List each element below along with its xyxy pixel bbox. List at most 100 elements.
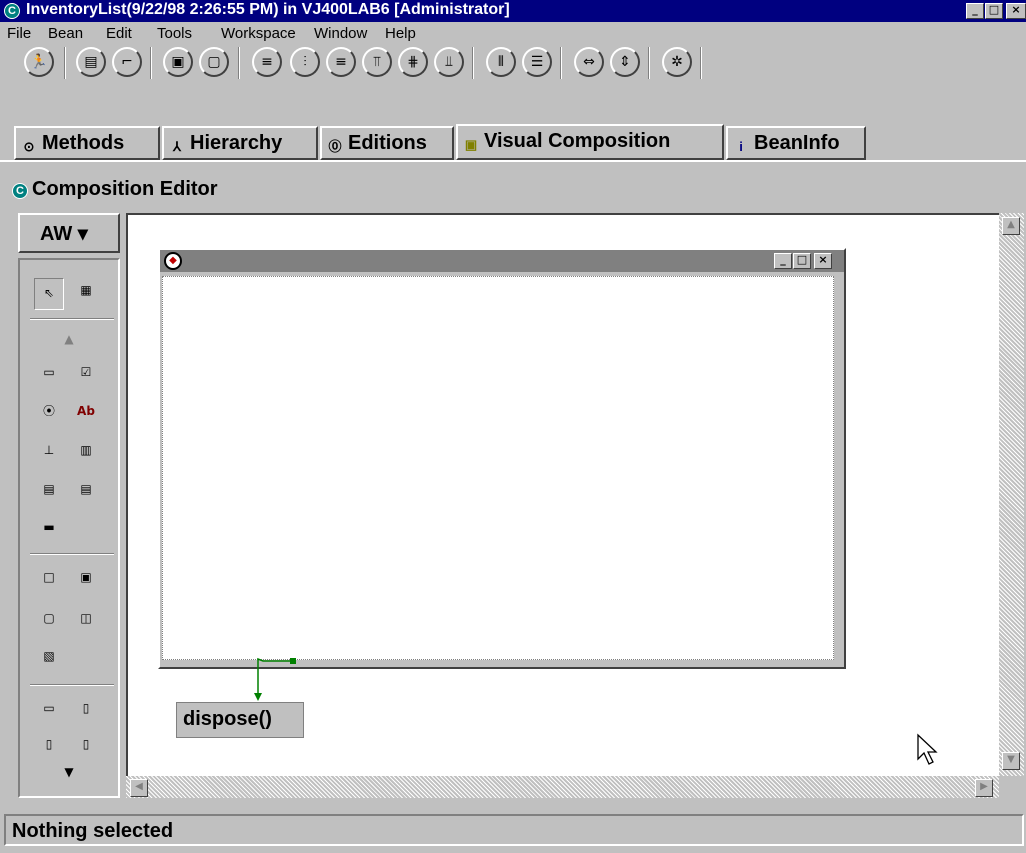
arrow-pointer-icon[interactable]: ⇖ (39, 285, 59, 303)
menuitem-bean-icon[interactable]: ▯ (76, 736, 96, 754)
align-right-icon[interactable]: ≡ (326, 47, 356, 77)
label-bean-icon[interactable]: Ab (76, 403, 96, 421)
frame-bean[interactable]: ◆ _ □ × (158, 248, 846, 669)
tab-editions[interactable]: ⓪ Editions (320, 126, 454, 160)
tab-hierarchy-label: Hierarchy (190, 132, 283, 154)
minimize-button[interactable]: _ (966, 3, 984, 19)
frame-title-bar[interactable]: ◆ _ □ × (160, 250, 844, 272)
beaninfo-icon: i (739, 139, 743, 154)
menu-bean-icon[interactable]: ▯ (76, 700, 96, 718)
close-button[interactable]: × (1006, 3, 1026, 19)
visual-composition-tab-icon: ▣ (464, 137, 478, 152)
distribute-horizontal-icon[interactable]: ⫴ (486, 47, 516, 77)
frame-close-button[interactable]: × (814, 253, 832, 269)
menu-file[interactable]: File (7, 25, 31, 42)
browse-class-icon[interactable]: ▤ (76, 47, 106, 77)
mouse-cursor-icon (917, 733, 938, 765)
panel-bean-icon[interactable]: ▥ (76, 442, 96, 460)
menu-help[interactable]: Help (385, 25, 416, 42)
visual-composition-icon[interactable]: ▣ (163, 47, 193, 77)
menubar-bean-icon[interactable]: ▭ (39, 700, 59, 718)
frame-maximize-button[interactable]: □ (793, 253, 811, 269)
tab-divider (0, 160, 1026, 162)
design-canvas[interactable]: ◆ _ □ × dispose() (126, 213, 999, 776)
class-icon: C (4, 3, 20, 19)
match-width-icon[interactable]: ⇔ (574, 47, 604, 77)
tab-methods[interactable]: ⊙ Methods (14, 126, 160, 160)
distribute-vertical-icon[interactable]: ☰ (522, 47, 552, 77)
menu-bean[interactable]: Bean (48, 25, 83, 42)
hierarchy-icon[interactable]: ⌐ (112, 47, 142, 77)
toolbar-separator (700, 47, 702, 79)
scroll-down-button[interactable]: ▼ (1002, 752, 1020, 770)
scroll-down-icon[interactable]: ▼ (59, 764, 79, 782)
textfield-bean-icon[interactable]: ▬ (39, 519, 59, 537)
tab-editions-label: Editions (348, 132, 427, 154)
button-bean-icon[interactable]: ▭ (39, 364, 59, 382)
align-top-icon[interactable]: ⫪ (362, 47, 392, 77)
canvas-bean-icon[interactable]: ▧ (39, 648, 59, 666)
menu-edit[interactable]: Edit (106, 25, 132, 42)
choice-bean-icon[interactable]: ▤ (76, 481, 96, 499)
list-bean-icon[interactable]: ▤ (39, 481, 59, 499)
align-bottom-icon[interactable]: ⫫ (434, 47, 464, 77)
composition-editor-title: Composition Editor (32, 178, 218, 200)
scroll-up-icon[interactable]: ▲ (59, 331, 79, 349)
palette-category-dropdown[interactable]: AW ▾ (18, 213, 120, 253)
choose-bean-icon[interactable]: ▦ (76, 282, 96, 300)
palette-divider (30, 553, 114, 555)
maximize-button[interactable]: □ (985, 3, 1003, 19)
toolbar-separator (150, 47, 152, 79)
scrollbar-corner (999, 776, 1024, 798)
menu-bar: File Bean Edit Tools Workspace Window He… (0, 22, 1026, 44)
palette-divider (30, 318, 114, 320)
menu-tools[interactable]: Tools (157, 25, 192, 42)
toolbar-separator (560, 47, 562, 79)
toolbar-separator (238, 47, 240, 79)
nonvisual-composition-icon[interactable]: ▢ (199, 47, 229, 77)
palette-divider (30, 684, 114, 686)
tab-beaninfo[interactable]: i BeanInfo (726, 126, 866, 160)
frame-minimize-button[interactable]: _ (774, 253, 792, 269)
tab-beaninfo-label: BeanInfo (754, 132, 840, 154)
filedialog-bean-icon[interactable]: ◫ (76, 610, 96, 628)
window-title: InventoryList(9/22/98 2:26:55 PM) in VJ4… (26, 1, 510, 18)
scroll-right-button[interactable]: ▶ (975, 779, 993, 797)
composition-editor-header: C Composition Editor (12, 178, 218, 206)
status-bar: Nothing selected (4, 814, 1024, 846)
menu-window[interactable]: Window (314, 25, 367, 42)
horizontal-scrollbar[interactable] (126, 776, 999, 798)
dispose-method-bean[interactable]: dispose() (176, 702, 304, 738)
tab-visual-composition-label: Visual Composition (484, 130, 671, 152)
tab-methods-label: Methods (42, 132, 125, 154)
run-icon[interactable]: 🏃 (24, 47, 54, 77)
hierarchy-tab-icon: ⅄ (173, 139, 181, 154)
composition-editor-icon: C (12, 183, 28, 199)
frame-content-pane[interactable] (162, 276, 834, 660)
toolbar-separator (648, 47, 650, 79)
match-height-icon[interactable]: ⇕ (610, 47, 640, 77)
frame-bean-icon[interactable]: □ (39, 569, 59, 587)
radio-group-bean-icon[interactable]: ⦿ (39, 403, 59, 421)
debug-icon[interactable]: ✲ (662, 47, 692, 77)
window-title-bar[interactable]: C InventoryList(9/22/98 2:26:55 PM) in V… (0, 0, 1026, 22)
scroll-up-button[interactable]: ▲ (1002, 217, 1020, 235)
scroll-left-button[interactable]: ◀ (130, 779, 148, 797)
status-text: Nothing selected (12, 820, 174, 842)
scrollbar-bean-icon[interactable]: ⊥ (39, 442, 59, 460)
popup-menu-bean-icon[interactable]: ▯ (39, 736, 59, 754)
vertical-scrollbar[interactable] (999, 213, 1024, 776)
editions-icon: ⓪ (328, 139, 342, 154)
tab-hierarchy[interactable]: ⅄ Hierarchy (162, 126, 318, 160)
toolbar-separator (64, 47, 66, 79)
align-left-icon[interactable]: ≡ (252, 47, 282, 77)
align-center-icon[interactable]: ⫶ (290, 47, 320, 77)
window-bean-icon[interactable]: ▢ (39, 610, 59, 628)
dialog-bean-icon[interactable]: ▣ (76, 569, 96, 587)
connection-arrow[interactable] (248, 655, 308, 705)
frame-icon: ◆ (164, 252, 182, 270)
tab-visual-composition[interactable]: ▣ Visual Composition (456, 124, 724, 160)
menu-workspace[interactable]: Workspace (221, 25, 296, 42)
checkbox-bean-icon[interactable]: ☑ (76, 364, 96, 382)
align-middle-icon[interactable]: ⋕ (398, 47, 428, 77)
